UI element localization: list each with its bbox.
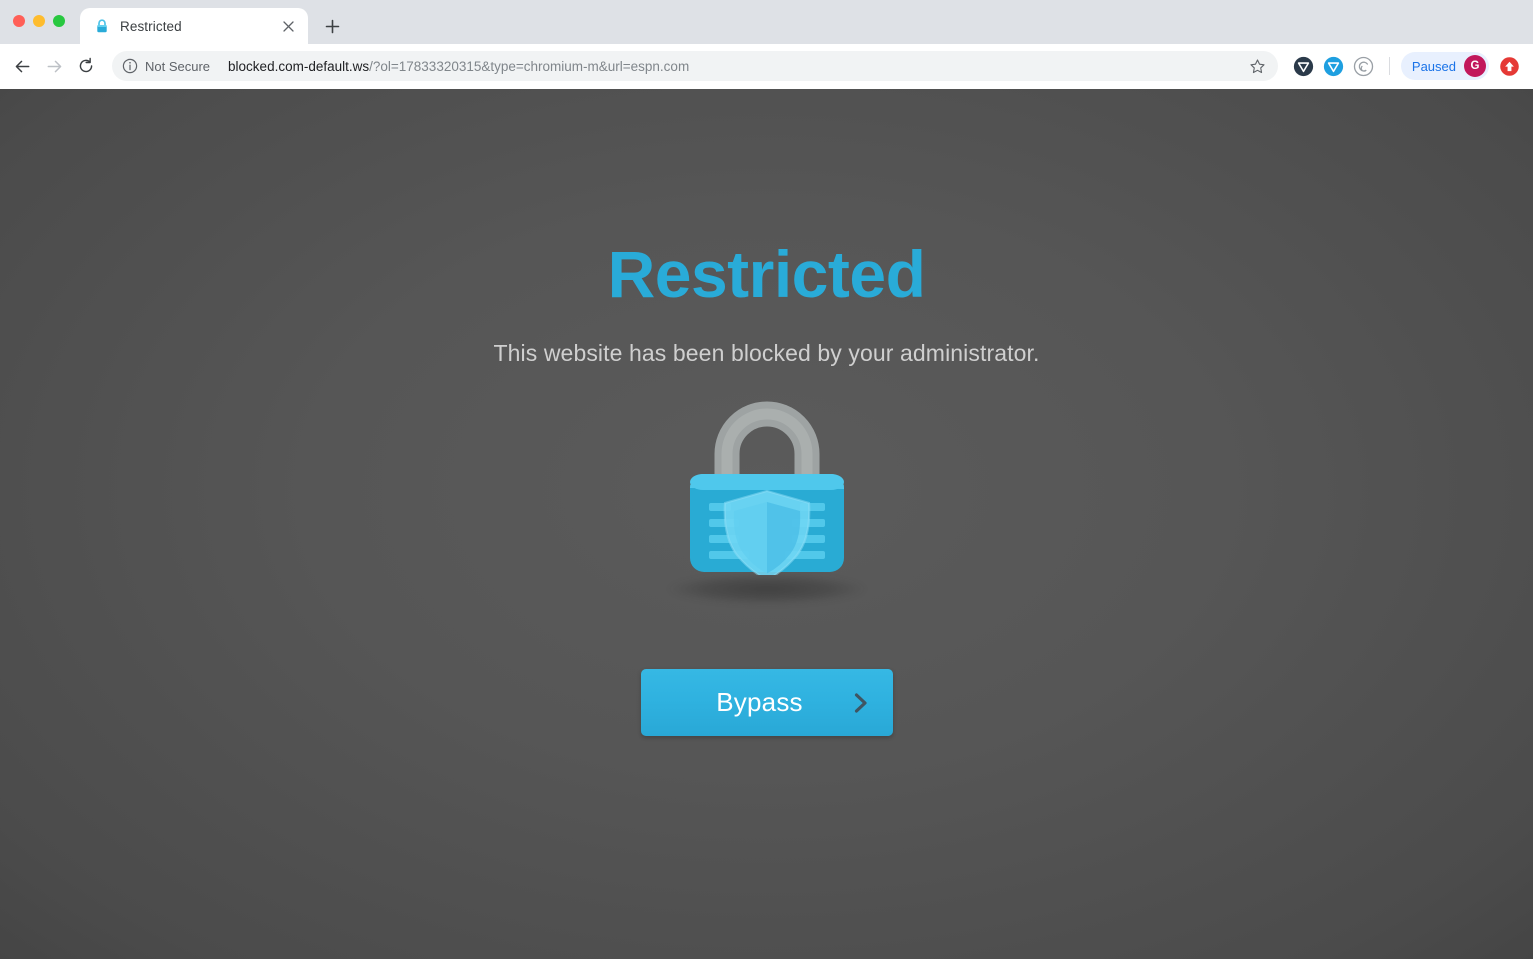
bypass-button[interactable]: Bypass bbox=[640, 669, 893, 736]
chevron-right-icon bbox=[851, 690, 871, 716]
info-circle-icon bbox=[122, 58, 138, 74]
window-controls bbox=[13, 15, 65, 27]
chevron-right-glyph bbox=[854, 692, 867, 713]
shield-blue-extension-icon bbox=[1324, 56, 1344, 76]
plus-icon bbox=[325, 19, 339, 33]
tab-close-icon[interactable] bbox=[278, 16, 298, 36]
url-host: blocked.com-default.ws bbox=[228, 58, 370, 74]
spiral-extension-icon bbox=[1354, 56, 1374, 76]
site-security-badge[interactable]: Not Secure bbox=[116, 54, 220, 78]
profile-status-pill[interactable]: Paused G bbox=[1400, 52, 1489, 80]
reload-icon bbox=[79, 57, 93, 73]
padlock-shield-icon bbox=[689, 401, 844, 575]
bookmark-star-icon[interactable] bbox=[1244, 52, 1272, 80]
shield-blue-extension-button[interactable] bbox=[1320, 52, 1348, 80]
spiral-extension-button[interactable] bbox=[1350, 52, 1378, 80]
update-button[interactable] bbox=[1495, 52, 1523, 80]
window-minimize-button[interactable] bbox=[33, 15, 45, 27]
sync-paused-label: Paused bbox=[1411, 58, 1456, 74]
browser-toolbar: Not Secure blocked.com-default.ws/?ol=17… bbox=[0, 44, 1533, 89]
new-tab-button[interactable] bbox=[318, 12, 346, 40]
address-bar[interactable]: Not Secure blocked.com-default.ws/?ol=17… bbox=[112, 51, 1278, 81]
star-icon bbox=[1250, 58, 1266, 73]
url-path: /?ol=17833320315&type=chromium-m&url=esp… bbox=[369, 58, 690, 74]
browser-window: Restricted Not Secure blocked.com-defaul… bbox=[0, 0, 1533, 959]
toolbar-divider bbox=[1388, 57, 1390, 75]
page-content: Restricted This website has been blocked… bbox=[0, 89, 1533, 959]
window-zoom-button[interactable] bbox=[53, 15, 65, 27]
page-title: Restricted bbox=[607, 237, 926, 311]
reload-button[interactable] bbox=[70, 50, 102, 82]
arrow-right-icon bbox=[47, 60, 61, 72]
browser-tab-restricted[interactable]: Restricted bbox=[80, 8, 308, 44]
back-button[interactable] bbox=[6, 50, 38, 82]
bypass-button-label: Bypass bbox=[716, 687, 803, 717]
tab-title: Restricted bbox=[120, 18, 182, 34]
block-page-container: Restricted This website has been blocked… bbox=[0, 89, 1533, 736]
window-close-button[interactable] bbox=[13, 15, 25, 27]
toolbar-actions: Paused G bbox=[1290, 52, 1523, 80]
close-x-icon bbox=[282, 20, 294, 32]
forward-button[interactable] bbox=[38, 50, 70, 82]
padlock-favicon-icon bbox=[97, 19, 107, 33]
page-subtitle: This website has been blocked by your ad… bbox=[493, 340, 1040, 366]
avatar[interactable]: G bbox=[1464, 55, 1486, 77]
update-arrow-icon bbox=[1499, 56, 1519, 76]
shield-dark-extension-icon bbox=[1294, 56, 1314, 76]
security-label: Not Secure bbox=[145, 58, 211, 74]
tab-strip: Restricted bbox=[0, 0, 1533, 44]
arrow-left-icon bbox=[15, 60, 29, 72]
padlock-illustration bbox=[652, 399, 882, 614]
shield-dark-extension-button[interactable] bbox=[1290, 52, 1318, 80]
url-text[interactable]: blocked.com-default.ws/?ol=17833320315&t… bbox=[220, 59, 1242, 74]
illustration-shadow bbox=[668, 574, 865, 604]
